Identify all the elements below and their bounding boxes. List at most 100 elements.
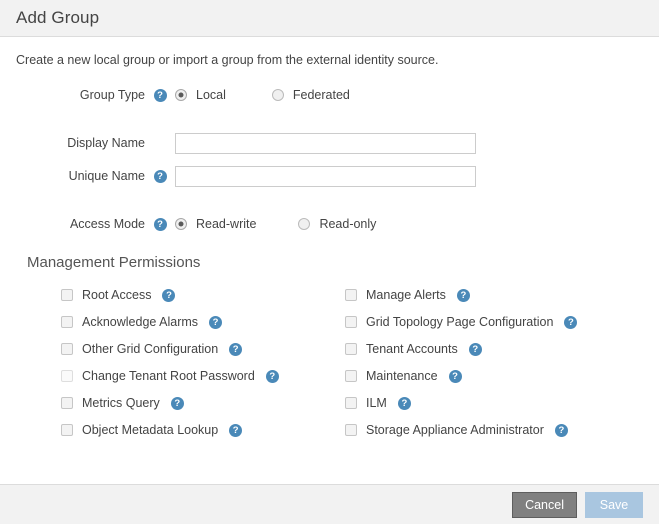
form-row-access-mode: Access Mode ? Read-write Read-only [0, 213, 659, 235]
save-button[interactable]: Save [585, 492, 643, 518]
help-icon[interactable]: ? [555, 424, 568, 437]
form-row-unique-name: Unique Name ? [0, 165, 659, 187]
permission-label: Change Tenant Root Password [82, 369, 255, 383]
page-title: Add Group [16, 8, 99, 28]
permission-row-root-access[interactable]: Root Access ? [61, 287, 345, 303]
permission-help-slot: ? [162, 289, 175, 302]
permission-row-acknowledge-alarms[interactable]: Acknowledge Alarms ? [61, 314, 345, 330]
unique-name-help-slot: ? [145, 170, 175, 183]
radio-label: Federated [293, 88, 350, 102]
help-icon[interactable]: ? [162, 289, 175, 302]
permission-help-slot: ? [171, 397, 184, 410]
permission-label: Metrics Query [82, 396, 160, 410]
help-icon[interactable]: ? [154, 170, 167, 183]
access-mode-label: Access Mode [0, 217, 145, 231]
permission-help-slot: ? [449, 370, 462, 383]
unique-name-label: Unique Name [0, 169, 145, 183]
checkbox-icon[interactable] [345, 289, 357, 301]
permission-label: Other Grid Configuration [82, 342, 218, 356]
permission-help-slot: ? [209, 316, 222, 329]
permission-row-grid-topology-page-configuration[interactable]: Grid Topology Page Configuration ? [345, 314, 577, 330]
help-icon[interactable]: ? [449, 370, 462, 383]
help-icon[interactable]: ? [154, 218, 167, 231]
group-type-label: Group Type [0, 88, 145, 102]
radio-mark-selected-icon[interactable] [175, 89, 187, 101]
checkbox-icon[interactable] [345, 316, 357, 328]
permission-row-ilm[interactable]: ILM ? [345, 395, 577, 411]
permission-label: Root Access [82, 288, 151, 302]
dialog-body: Create a new local group or import a gro… [0, 37, 659, 484]
checkbox-icon[interactable] [61, 370, 73, 382]
help-icon[interactable]: ? [469, 343, 482, 356]
radio-access-mode-read-write[interactable]: Read-write [175, 217, 256, 231]
radio-label: Read-only [319, 217, 376, 231]
checkbox-icon[interactable] [345, 370, 357, 382]
permissions-heading: Management Permissions [27, 254, 659, 271]
permission-help-slot: ? [564, 316, 577, 329]
help-icon[interactable]: ? [171, 397, 184, 410]
checkbox-icon[interactable] [61, 424, 73, 436]
permission-help-slot: ? [555, 424, 568, 437]
radio-label: Read-write [196, 217, 256, 231]
form-row-group-type: Group Type ? Local Federated [0, 84, 659, 106]
checkbox-icon[interactable] [61, 343, 73, 355]
permission-row-tenant-accounts[interactable]: Tenant Accounts ? [345, 341, 577, 357]
dialog-header: Add Group [0, 0, 659, 37]
display-name-input[interactable] [175, 133, 476, 154]
help-icon[interactable]: ? [209, 316, 222, 329]
permission-label: Tenant Accounts [366, 342, 458, 356]
checkbox-icon[interactable] [345, 397, 357, 409]
cancel-button[interactable]: Cancel [512, 492, 577, 518]
checkbox-icon[interactable] [61, 316, 73, 328]
radio-group-type-federated[interactable]: Federated [272, 88, 350, 102]
radio-mark-icon[interactable] [298, 218, 310, 230]
permission-label: Acknowledge Alarms [82, 315, 198, 329]
group-type-radio-group: Local Federated [175, 88, 350, 102]
display-name-label: Display Name [0, 136, 145, 150]
help-icon[interactable]: ? [266, 370, 279, 383]
checkbox-icon[interactable] [61, 289, 73, 301]
unique-name-control [175, 166, 659, 187]
checkbox-icon[interactable] [345, 424, 357, 436]
help-icon[interactable]: ? [229, 424, 242, 437]
permission-label: Object Metadata Lookup [82, 423, 218, 437]
unique-name-input[interactable] [175, 166, 476, 187]
help-icon[interactable]: ? [564, 316, 577, 329]
permission-row-maintenance[interactable]: Maintenance ? [345, 368, 577, 384]
help-icon[interactable]: ? [398, 397, 411, 410]
permission-row-storage-appliance-administrator[interactable]: Storage Appliance Administrator ? [345, 422, 577, 438]
help-icon[interactable]: ? [154, 89, 167, 102]
radio-mark-selected-icon[interactable] [175, 218, 187, 230]
access-mode-control: Read-write Read-only [175, 217, 659, 231]
access-mode-help-slot: ? [145, 218, 175, 231]
permission-help-slot: ? [229, 343, 242, 356]
permission-label: ILM [366, 396, 387, 410]
permission-row-other-grid-configuration[interactable]: Other Grid Configuration ? [61, 341, 345, 357]
permission-label: Storage Appliance Administrator [366, 423, 544, 437]
permission-help-slot: ? [457, 289, 470, 302]
radio-group-type-local[interactable]: Local [175, 88, 226, 102]
radio-mark-icon[interactable] [272, 89, 284, 101]
permission-row-change-tenant-root-password[interactable]: Change Tenant Root Password ? [61, 368, 345, 384]
checkbox-icon[interactable] [345, 343, 357, 355]
permission-row-metrics-query[interactable]: Metrics Query ? [61, 395, 345, 411]
permission-label: Grid Topology Page Configuration [366, 315, 553, 329]
management-permissions-section: Management Permissions Root Access ? Ack… [0, 254, 659, 449]
group-form: Group Type ? Local Federated [0, 84, 659, 235]
permissions-column-left: Root Access ? Acknowledge Alarms ? Other… [61, 287, 345, 449]
form-row-display-name: Display Name [0, 132, 659, 154]
permission-label: Manage Alerts [366, 288, 446, 302]
permission-row-manage-alerts[interactable]: Manage Alerts ? [345, 287, 577, 303]
radio-access-mode-read-only[interactable]: Read-only [298, 217, 376, 231]
help-icon[interactable]: ? [229, 343, 242, 356]
permission-help-slot: ? [266, 370, 279, 383]
group-type-help-slot: ? [145, 89, 175, 102]
dialog-description: Create a new local group or import a gro… [16, 53, 659, 67]
help-icon[interactable]: ? [457, 289, 470, 302]
access-mode-radio-group: Read-write Read-only [175, 217, 376, 231]
permission-row-object-metadata-lookup[interactable]: Object Metadata Lookup ? [61, 422, 345, 438]
permission-label: Maintenance [366, 369, 438, 383]
checkbox-icon[interactable] [61, 397, 73, 409]
permission-help-slot: ? [398, 397, 411, 410]
group-type-control: Local Federated [175, 88, 659, 102]
